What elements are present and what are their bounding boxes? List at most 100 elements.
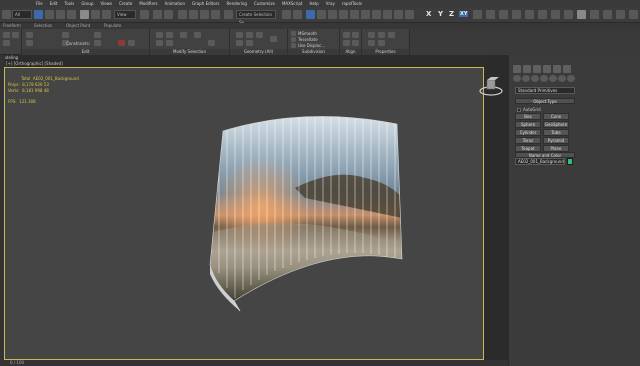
constraint-none-icon[interactable] [118,40,125,46]
cylinder-button[interactable]: Cylinder [515,129,541,136]
tab-selection[interactable]: Selection [34,23,52,28]
menu-edit[interactable]: Edit [50,1,58,6]
loop-icon[interactable] [180,32,187,38]
window-crossing-icon[interactable] [67,10,76,19]
smooth-30-icon[interactable] [388,32,395,38]
viewport-label[interactable]: [+] [Orthographic] [Shaded] [6,61,63,66]
object-type-rollout[interactable]: Object Type [515,98,575,104]
teapot-button[interactable]: Teapot [515,145,541,152]
tab-populate[interactable]: Populate [104,23,121,28]
layer-explorer-icon[interactable] [317,10,326,19]
constraint-edge-icon[interactable] [128,40,135,46]
plane-button[interactable]: Plane [543,145,569,152]
geosphere-button[interactable]: GeoSphere [543,121,569,128]
rendered-frame-icon[interactable] [372,10,381,19]
object-name-field[interactable]: AE02_001_Background [515,158,565,165]
repeat-icon[interactable] [26,32,33,38]
grow-icon[interactable] [156,32,163,38]
hard-icon[interactable] [368,32,375,38]
tab-freeform[interactable]: Freeform [3,23,21,28]
align-z-icon[interactable] [343,40,350,46]
curved-background-mesh[interactable] [5,68,483,359]
tube-button[interactable]: Tube [543,129,569,136]
lock-icon[interactable] [616,10,625,19]
scale-icon[interactable] [102,10,111,19]
spinner-snap-icon[interactable] [211,10,220,19]
smooth-icon[interactable] [378,32,385,38]
wire-params-icon[interactable] [564,10,573,19]
axis-x-button[interactable]: X [426,10,431,18]
systems-icon[interactable] [567,75,575,82]
scene-explorer-icon[interactable] [306,10,315,19]
helpers-icon[interactable] [549,75,557,82]
menu-animation[interactable]: Animation [165,1,185,6]
detach-icon[interactable] [246,40,253,46]
shrink-icon[interactable] [166,32,173,38]
align-y-icon[interactable] [352,32,359,38]
viewcube[interactable] [478,76,504,98]
mirror-icon[interactable] [282,10,291,19]
snap-point-icon[interactable] [499,10,508,19]
space-warps-icon[interactable] [558,75,566,82]
cloud-icon[interactable] [577,10,586,19]
vertex-icon[interactable] [12,32,19,38]
menu-group[interactable]: Group [81,1,93,6]
render-production-icon[interactable] [383,10,392,19]
quickslice-icon[interactable] [26,40,33,46]
use-displace-button[interactable]: Use Displac... [298,43,325,48]
render-setup-icon[interactable] [361,10,370,19]
reference-coord-select[interactable]: View [114,10,136,19]
attach-icon[interactable] [94,40,101,46]
camera-icon[interactable] [590,10,599,19]
material-editor-icon[interactable] [350,10,359,19]
motion-tab-icon[interactable] [543,65,551,73]
smoothing-groups-icon[interactable] [378,40,385,46]
p-connect-icon[interactable] [94,32,101,38]
relax-icon[interactable] [236,32,243,38]
pyramid-button[interactable]: Pyramid [543,137,569,144]
cap-poly-icon[interactable] [236,40,243,46]
select-step-icon[interactable] [208,40,215,46]
align-view-icon[interactable] [352,40,359,46]
quadrify-icon[interactable] [270,36,277,42]
collapse-icon[interactable] [256,32,263,38]
menu-help[interactable]: Help [309,1,318,6]
msmooth-icon[interactable] [291,31,296,36]
menu-rapidtools[interactable]: rapidTools [342,1,362,6]
shapes-icon[interactable] [522,75,530,82]
object-color-swatch[interactable] [567,158,573,165]
select-manipulate-icon[interactable] [153,10,162,19]
align-x-icon[interactable] [343,32,350,38]
menu-modifiers[interactable]: Modifiers [139,1,157,6]
render-iterative-icon[interactable] [394,10,403,19]
tab-object-paint[interactable]: Object Paint [66,23,90,28]
material-ids-icon[interactable] [368,40,375,46]
menu-rendering[interactable]: Rendering [227,1,247,6]
menu-file[interactable]: File [36,1,43,6]
use-displace-icon[interactable] [291,43,296,48]
place-icon[interactable] [486,10,495,19]
display-tab-icon[interactable] [553,65,561,73]
light-icon[interactable] [603,10,612,19]
align-icon[interactable] [293,10,302,19]
cone-button[interactable]: Cone [543,113,569,120]
tessellate-button[interactable]: Tessellate [298,37,318,42]
angle-snap-icon[interactable] [189,10,198,19]
render-cloud-icon[interactable] [405,10,414,19]
rotate-icon[interactable] [91,10,100,19]
editable-poly-icon[interactable] [3,32,10,38]
primitive-category-select[interactable]: Standard Primitives [515,87,575,94]
snaps-toggle-icon[interactable] [178,10,187,19]
select-similar-icon[interactable] [166,40,173,46]
axis-y-button[interactable]: Y [438,10,443,18]
keyboard-shortcut-icon[interactable] [164,10,173,19]
menu-maxscript[interactable]: MAXScript [282,1,303,6]
tessellate-icon[interactable] [291,37,296,42]
axis-z-button[interactable]: Z [449,10,454,18]
modify-tab-icon[interactable] [523,65,531,73]
menu-views[interactable]: Views [101,1,113,6]
menu-tools[interactable]: Tools [64,1,74,6]
undo-icon[interactable] [2,10,11,19]
lightning-icon[interactable] [629,10,638,19]
axis-xy-button[interactable]: XY [459,11,469,17]
